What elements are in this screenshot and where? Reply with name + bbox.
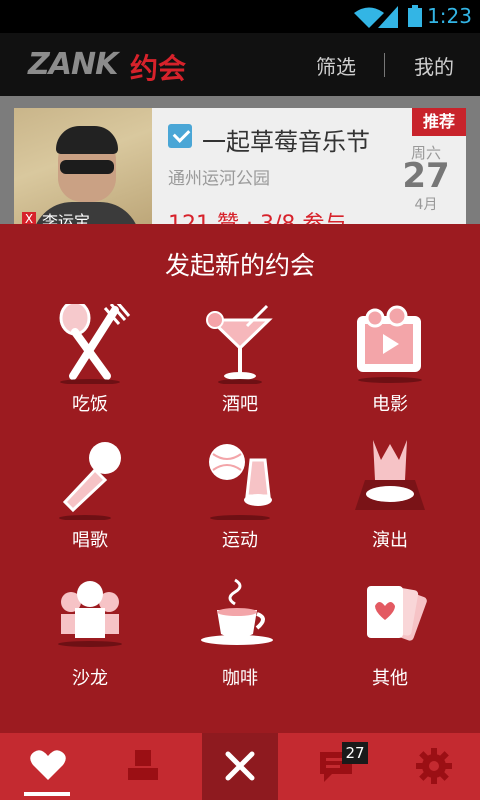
option-label: 唱歌	[72, 530, 108, 551]
option-label: 其他	[372, 668, 408, 689]
option-sports[interactable]: 运动	[165, 440, 315, 560]
signal-icon	[378, 6, 398, 28]
profile-icon[interactable]	[126, 748, 160, 782]
card-place: 通州运河公园	[168, 169, 270, 189]
coffee-icon	[201, 578, 273, 645]
option-label: 吃饭	[72, 394, 108, 415]
sunglasses-icon	[60, 160, 114, 174]
battery-icon	[408, 5, 422, 27]
microphone-icon	[59, 442, 121, 520]
card-day: 27	[402, 156, 450, 196]
recommend-badge: 推荐	[412, 108, 466, 136]
option-other[interactable]: 其他	[315, 578, 465, 698]
panel-title: 发起新的约会	[164, 251, 315, 280]
option-bar[interactable]: 酒吧	[165, 304, 315, 424]
mine-button[interactable]: 我的	[414, 51, 454, 80]
gear-icon[interactable]	[416, 748, 452, 784]
nav-divider	[384, 53, 385, 77]
option-label: 酒吧	[222, 394, 258, 415]
sports-icon	[209, 444, 272, 520]
option-label: 电影	[372, 394, 408, 415]
message-count-badge: 27	[342, 742, 368, 764]
app-logo: ZANK	[28, 47, 118, 82]
avatar: X 李运宝	[14, 108, 152, 238]
option-coffee[interactable]: 咖啡	[165, 578, 315, 698]
option-label: 演出	[372, 530, 408, 551]
option-karaoke[interactable]: 唱歌	[15, 440, 165, 560]
cocktail-icon	[206, 304, 273, 384]
cards-icon	[367, 586, 427, 641]
app-logo-cn: 约会	[130, 52, 187, 85]
film-icon	[357, 305, 422, 383]
option-label: 运动	[222, 530, 258, 551]
app-bar: ZANK 约会 筛选 我的	[0, 33, 480, 96]
checkbox-icon	[168, 124, 192, 148]
card-title: 一起草莓音乐节	[202, 128, 370, 156]
option-show[interactable]: 演出	[315, 440, 465, 560]
tab-active-indicator	[24, 792, 70, 796]
heart-icon[interactable]	[30, 748, 66, 782]
fork-spoon-icon	[59, 304, 131, 384]
status-time: 1:23	[427, 4, 472, 28]
card-month: 4月	[414, 197, 438, 213]
option-label: 沙龙	[72, 668, 108, 689]
filter-button[interactable]: 筛选	[316, 51, 356, 80]
option-label: 咖啡	[222, 668, 258, 689]
option-movie[interactable]: 电影	[315, 304, 465, 424]
status-bar: 1:23	[0, 0, 480, 33]
option-salon[interactable]: 沙龙	[15, 578, 165, 698]
spotlight-icon	[355, 440, 425, 510]
group-icon	[58, 581, 122, 647]
option-dining[interactable]: 吃饭	[15, 304, 165, 424]
close-icon[interactable]	[224, 750, 256, 782]
